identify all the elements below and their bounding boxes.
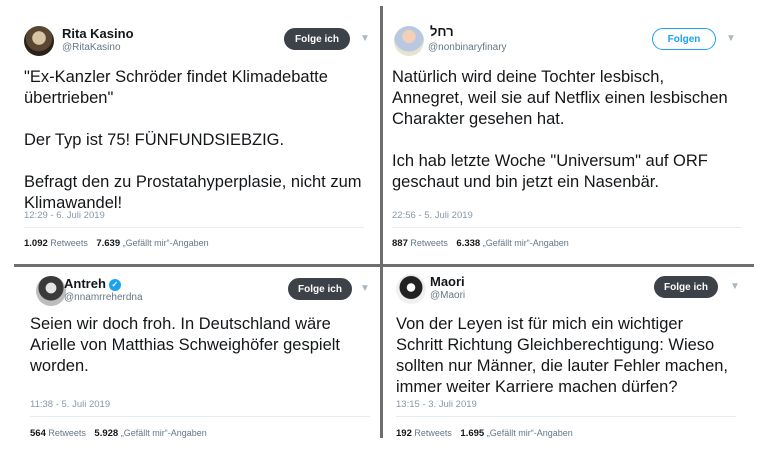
chevron-down-icon[interactable]: ▼ [358,282,372,296]
tweet-card: Rita Kasino @RitaKasino Folge ich ▼ "Ex-… [0,0,380,265]
retweet-count[interactable]: 192 [396,428,412,439]
tweet-stats: 887 Retweets 6.338 „Gefällt mir“-Angaben [392,238,569,249]
tweet-text: Seien wir doch froh. In Deutschland wäre… [30,314,375,377]
follow-button[interactable]: Folge ich [654,276,718,298]
user-handle[interactable]: @nnamrreherdna [64,292,143,303]
retweet-count[interactable]: 1.092 [24,238,48,249]
display-name[interactable]: רחל [430,24,454,39]
avatar[interactable] [36,276,66,306]
display-name[interactable]: Maori [430,274,465,289]
tweet-stats: 564 Retweets 5.928 „Gefällt mir“-Angaben [30,428,207,439]
display-name[interactable]: Rita Kasino [62,26,134,41]
tweet-timestamp[interactable]: 11:38 - 5. Juli 2019 [30,399,110,410]
separator [24,227,364,228]
tweet-stats: 1.092 Retweets 7.639 „Gefällt mir“-Angab… [24,238,209,249]
tweet-paragraph: Natürlich wird deine Tochter lesbisch, A… [392,68,728,128]
tweet-timestamp[interactable]: 22:56 - 5. Juli 2019 [392,210,473,221]
tweet-text: Von der Leyen ist für mich ein wichtiger… [396,314,764,398]
like-label[interactable]: „Gefällt mir“-Angaben [487,428,573,438]
like-count[interactable]: 1.695 [460,428,484,439]
follow-button[interactable]: Folge ich [284,28,350,50]
avatar[interactable] [24,26,54,56]
like-count[interactable]: 7.639 [96,238,120,249]
retweet-label[interactable]: Retweets [414,428,452,438]
separator [392,227,742,228]
separator [30,416,370,417]
retweet-count[interactable]: 564 [30,428,46,439]
tweet-paragraph: Seien wir doch froh. In Deutschland wäre… [30,315,340,375]
verified-badge-icon: ✓ [108,279,121,291]
tweet-card: רחל @nonbinaryfinary Folgen ▼ Natürlich … [384,0,768,265]
tweet-timestamp[interactable]: 13:15 - 3. Juli 2019 [396,399,477,410]
separator [396,416,736,417]
tweet-text: Natürlich wird deine Tochter lesbisch, A… [392,67,762,193]
tweet-paragraph: Der Typ ist 75! FÜNFUNDSIEBZIG. [24,131,285,149]
like-label[interactable]: „Gefällt mir“-Angaben [121,428,207,438]
display-name[interactable]: Antreh [64,276,106,291]
chevron-down-icon[interactable]: ▼ [358,32,372,46]
like-label[interactable]: „Gefällt mir“-Angaben [483,238,569,248]
tweet-paragraph: Befragt den zu Prostatahyperplasie, nich… [24,173,362,212]
like-label[interactable]: „Gefällt mir“-Angaben [123,238,209,248]
retweet-label[interactable]: Retweets [410,238,448,248]
tweet-text: "Ex-Kanzler Schröder findet Klimadebatte… [24,67,374,214]
tweet-paragraph: Ich hab letzte Woche "Universum" auf ORF… [392,152,708,191]
retweet-label[interactable]: Retweets [50,238,88,248]
display-name-row: Antreh ✓ [64,276,121,291]
tweet-card: Maori @Maori Folge ich ▼ Von der Leyen i… [384,268,768,456]
user-handle[interactable]: @nonbinaryfinary [428,42,507,53]
follow-button[interactable]: Folge ich [288,278,352,300]
tweet-paragraph: Von der Leyen ist für mich ein wichtiger… [396,315,729,396]
retweet-label[interactable]: Retweets [48,428,86,438]
avatar[interactable] [394,26,424,56]
tweet-stats: 192 Retweets 1.695 „Gefällt mir“-Angaben [396,428,573,439]
horizontal-divider [14,264,754,267]
user-handle[interactable]: @RitaKasino [62,42,121,53]
chevron-down-icon[interactable]: ▼ [728,280,742,294]
tweet-timestamp[interactable]: 12:29 - 6. Juli 2019 [24,210,105,221]
follow-button[interactable]: Folgen [652,28,716,50]
tweet-paragraph: "Ex-Kanzler Schröder findet Klimadebatte… [24,68,328,107]
retweet-count[interactable]: 887 [392,238,408,249]
like-count[interactable]: 5.928 [94,428,118,439]
chevron-down-icon[interactable]: ▼ [724,32,738,46]
user-handle[interactable]: @Maori [430,290,465,301]
tweet-card: Antreh ✓ @nnamrreherdna Folge ich ▼ Seien… [0,268,380,456]
vertical-divider [380,6,383,438]
like-count[interactable]: 6.338 [456,238,480,249]
avatar[interactable] [396,274,426,304]
